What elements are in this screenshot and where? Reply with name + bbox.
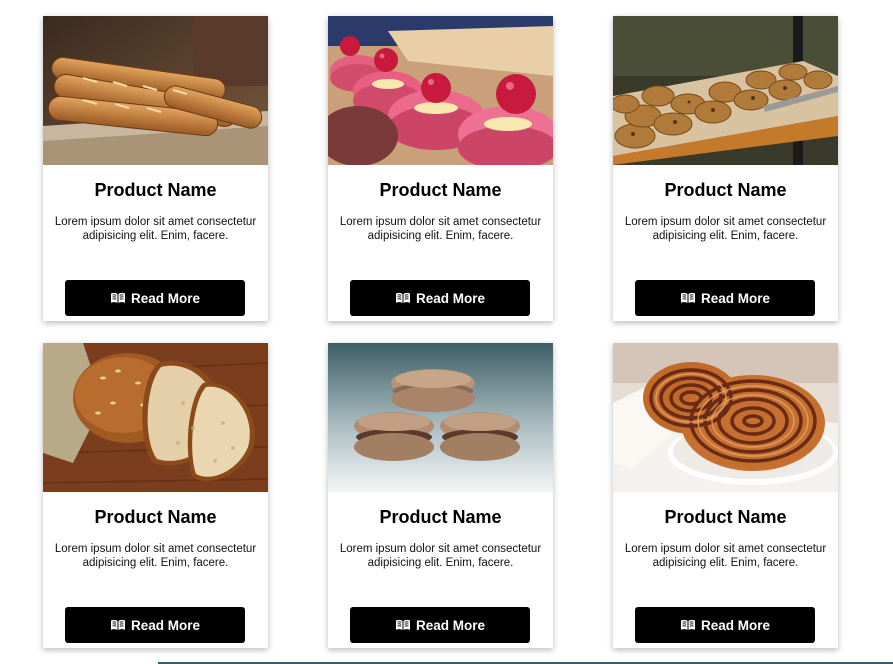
book-open-icon xyxy=(395,619,410,630)
product-description: Lorem ipsum dolor sit amet consectetur a… xyxy=(624,216,827,242)
product-image-cinnamon-rolls xyxy=(613,343,838,492)
product-image-cookies xyxy=(613,16,838,165)
product-card: Product Name Lorem ipsum dolor sit amet … xyxy=(613,16,838,321)
product-description: Lorem ipsum dolor sit amet consectetur a… xyxy=(624,543,827,569)
pink-macarons-photo xyxy=(328,16,553,165)
book-open-icon xyxy=(110,619,125,630)
product-description: Lorem ipsum dolor sit amet consectetur a… xyxy=(54,543,257,569)
product-title: Product Name xyxy=(94,180,217,200)
read-more-label: Read More xyxy=(130,290,201,306)
book-open-icon xyxy=(395,292,410,303)
read-more-button[interactable]: Read More xyxy=(635,607,815,643)
cinnamon-rolls-photo xyxy=(613,343,838,492)
book-open-icon xyxy=(680,292,695,303)
read-more-label: Read More xyxy=(700,290,771,306)
read-more-button[interactable]: Read More xyxy=(65,280,245,316)
product-title: Product Name xyxy=(664,180,787,200)
product-title: Product Name xyxy=(379,507,502,527)
product-image-sliced-bread xyxy=(43,343,268,492)
product-description: Lorem ipsum dolor sit amet consectetur a… xyxy=(54,216,257,242)
product-card: Product Name Lorem ipsum dolor sit amet … xyxy=(43,16,268,321)
cookies-tray-photo xyxy=(613,16,838,165)
read-more-label: Read More xyxy=(130,617,201,633)
brown-macarons-photo xyxy=(328,343,553,492)
product-card: Product Name Lorem ipsum dolor sit amet … xyxy=(613,343,838,648)
product-title: Product Name xyxy=(664,507,787,527)
product-card: Product Name Lorem ipsum dolor sit amet … xyxy=(43,343,268,648)
baguettes-photo xyxy=(43,16,268,165)
product-image-brown-macarons xyxy=(328,343,553,492)
read-more-label: Read More xyxy=(415,290,486,306)
product-card: Product Name Lorem ipsum dolor sit amet … xyxy=(328,16,553,321)
product-grid: Product Name Lorem ipsum dolor sit amet … xyxy=(0,0,893,664)
product-image-baguettes xyxy=(43,16,268,165)
product-description: Lorem ipsum dolor sit amet consectetur a… xyxy=(339,216,542,242)
book-open-icon xyxy=(680,619,695,630)
sliced-bread-photo xyxy=(43,343,268,492)
read-more-button[interactable]: Read More xyxy=(65,607,245,643)
read-more-button[interactable]: Read More xyxy=(350,280,530,316)
read-more-button[interactable]: Read More xyxy=(350,607,530,643)
product-image-pink-macarons xyxy=(328,16,553,165)
product-title: Product Name xyxy=(379,180,502,200)
book-open-icon xyxy=(110,292,125,303)
read-more-label: Read More xyxy=(700,617,771,633)
product-title: Product Name xyxy=(94,507,217,527)
read-more-button[interactable]: Read More xyxy=(635,280,815,316)
read-more-label: Read More xyxy=(415,617,486,633)
product-description: Lorem ipsum dolor sit amet consectetur a… xyxy=(339,543,542,569)
product-card: Product Name Lorem ipsum dolor sit amet … xyxy=(328,343,553,648)
